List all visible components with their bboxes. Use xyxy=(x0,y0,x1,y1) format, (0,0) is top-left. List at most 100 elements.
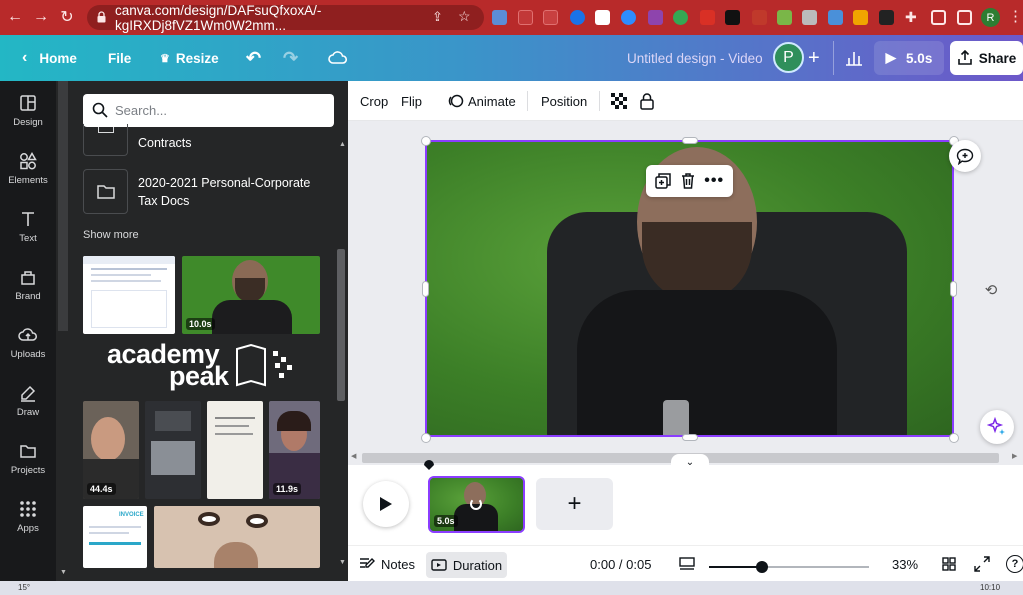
side-panel-icon[interactable] xyxy=(957,10,972,25)
resize-handle[interactable] xyxy=(421,136,431,146)
upload-thumbnail-document[interactable] xyxy=(83,256,175,334)
extension-icon[interactable] xyxy=(725,10,740,25)
notes-button[interactable]: Notes xyxy=(359,546,415,582)
show-more-link[interactable]: Show more xyxy=(83,229,139,241)
forward-icon[interactable]: → xyxy=(28,4,54,30)
zoom-slider-thumb[interactable] xyxy=(756,561,768,573)
help-icon[interactable]: ? xyxy=(1006,555,1023,573)
add-collaborator-icon[interactable]: + xyxy=(808,35,820,81)
upload-thumbnail-video[interactable]: 44.4s xyxy=(83,401,139,499)
extension-icon[interactable] xyxy=(828,10,843,25)
scroll-thumb[interactable] xyxy=(337,249,345,401)
transparency-icon[interactable] xyxy=(611,81,627,121)
upload-thumbnail-video[interactable]: 11.9s xyxy=(269,401,320,499)
crop-button[interactable]: Crop xyxy=(360,81,388,121)
extension-icon[interactable] xyxy=(570,10,585,25)
extension-icon[interactable] xyxy=(700,10,715,25)
file-menu-button[interactable]: File xyxy=(108,35,131,81)
share-button[interactable]: Share xyxy=(950,41,1023,75)
resize-handle[interactable] xyxy=(682,434,698,441)
share-page-icon[interactable]: ⇪ xyxy=(432,9,448,25)
scroll-left-icon[interactable]: ◀ xyxy=(351,452,356,460)
extensions-puzzle-icon[interactable]: ✚ xyxy=(905,10,920,25)
lock-icon[interactable] xyxy=(640,81,654,121)
upload-thumbnail-logo[interactable]: academy peak xyxy=(83,339,320,393)
play-button[interactable] xyxy=(363,481,409,527)
panel-scrollbar[interactable] xyxy=(58,81,68,331)
fullscreen-icon[interactable] xyxy=(974,546,990,582)
rail-item-draw[interactable]: Draw xyxy=(0,371,56,429)
folder-tile[interactable] xyxy=(83,169,128,214)
upload-thumbnail-image[interactable] xyxy=(154,506,320,568)
resize-handle[interactable] xyxy=(949,433,959,443)
scroll-right-icon[interactable]: ▶ xyxy=(1012,452,1017,460)
upload-thumbnail-invoice[interactable]: INVOICE xyxy=(83,506,147,568)
extension-icon[interactable] xyxy=(648,10,663,25)
rail-item-uploads[interactable]: Uploads xyxy=(0,313,56,371)
upload-thumbnail-video[interactable]: 10.0s xyxy=(182,256,320,334)
resize-handle[interactable] xyxy=(682,137,698,144)
extension-icon[interactable] xyxy=(752,10,767,25)
bookmark-star-icon[interactable]: ☆ xyxy=(458,8,474,24)
address-bar[interactable]: canva.com/design/DAFsuQfxoxA/-kgIRXDj8fV… xyxy=(87,3,484,33)
extension-icon[interactable] xyxy=(853,10,868,25)
extension-icon[interactable] xyxy=(543,10,558,25)
zoom-slider[interactable] xyxy=(709,561,869,573)
zoom-extension-icon[interactable] xyxy=(621,10,636,25)
extension-icon[interactable] xyxy=(492,10,507,25)
grid-view-icon[interactable] xyxy=(942,546,956,582)
extension-icon[interactable] xyxy=(777,10,792,25)
redo-icon[interactable]: ↷ xyxy=(283,35,298,81)
upload-thumbnail-image[interactable] xyxy=(145,401,201,499)
scroll-down-icon[interactable]: ▼ xyxy=(60,569,67,576)
comment-button[interactable] xyxy=(949,140,981,172)
extension-icon[interactable] xyxy=(595,10,610,25)
page-view-icon[interactable] xyxy=(679,546,695,582)
timeline-clip[interactable]: 5.0s xyxy=(428,476,525,533)
cloud-saved-icon[interactable] xyxy=(328,35,348,81)
resize-button[interactable]: ♛ Resize xyxy=(160,35,219,81)
browser-menu-icon[interactable]: ⋮ xyxy=(1008,7,1023,25)
collaborator-avatar[interactable]: P xyxy=(773,42,804,73)
duplicate-icon[interactable] xyxy=(655,173,671,189)
extension-icon[interactable] xyxy=(518,10,533,25)
folder-name[interactable]: Contracts xyxy=(138,134,192,152)
resize-handle[interactable] xyxy=(421,433,431,443)
flip-button[interactable]: Flip xyxy=(401,81,422,121)
insights-icon[interactable] xyxy=(845,35,863,81)
zoom-percentage[interactable]: 33% xyxy=(892,546,918,582)
rail-item-design[interactable]: Design xyxy=(0,81,56,139)
folder-name[interactable]: 2020-2021 Personal-Corporate Tax Docs xyxy=(138,174,328,210)
extension-icon[interactable] xyxy=(802,10,817,25)
home-button[interactable]: ‹ Home xyxy=(22,35,77,81)
undo-icon[interactable]: ↶ xyxy=(246,35,261,81)
present-play-button[interactable]: ▶ 5.0s xyxy=(874,41,944,75)
rail-item-brand[interactable]: Brand xyxy=(0,255,56,313)
folder-tile[interactable] xyxy=(83,124,128,156)
magic-assistant-button[interactable] xyxy=(980,410,1014,444)
rail-item-apps[interactable]: Apps xyxy=(0,487,56,545)
back-icon[interactable]: ← xyxy=(2,4,28,30)
rotate-icon[interactable]: ⟲ xyxy=(980,280,1002,300)
animate-button[interactable]: Animate xyxy=(448,81,516,121)
profile-avatar[interactable]: R xyxy=(981,8,1000,27)
panel-scrollbar[interactable]: ▲ ▼ xyxy=(336,131,346,576)
more-options-icon[interactable]: ••• xyxy=(704,172,724,190)
grammarly-icon[interactable] xyxy=(673,10,688,25)
duration-button[interactable]: Duration xyxy=(426,552,507,578)
reload-icon[interactable]: ↻ xyxy=(54,4,80,30)
resize-handle[interactable] xyxy=(950,281,957,297)
rail-item-elements[interactable]: Elements xyxy=(0,139,56,197)
rail-item-projects[interactable]: Projects xyxy=(0,429,56,487)
scroll-down-icon[interactable]: ▼ xyxy=(339,559,346,566)
position-button[interactable]: Position xyxy=(541,81,587,121)
rail-item-text[interactable]: Text xyxy=(0,197,56,255)
upload-thumbnail-document[interactable] xyxy=(207,401,263,499)
trash-icon[interactable] xyxy=(681,173,695,189)
resize-handle[interactable] xyxy=(422,281,429,297)
search-input[interactable]: Search... xyxy=(83,94,334,127)
reading-list-icon[interactable] xyxy=(931,10,946,25)
design-title[interactable]: Untitled design - Video xyxy=(627,35,763,81)
scroll-up-icon[interactable]: ▲ xyxy=(339,141,346,148)
extension-icon[interactable] xyxy=(879,10,894,25)
